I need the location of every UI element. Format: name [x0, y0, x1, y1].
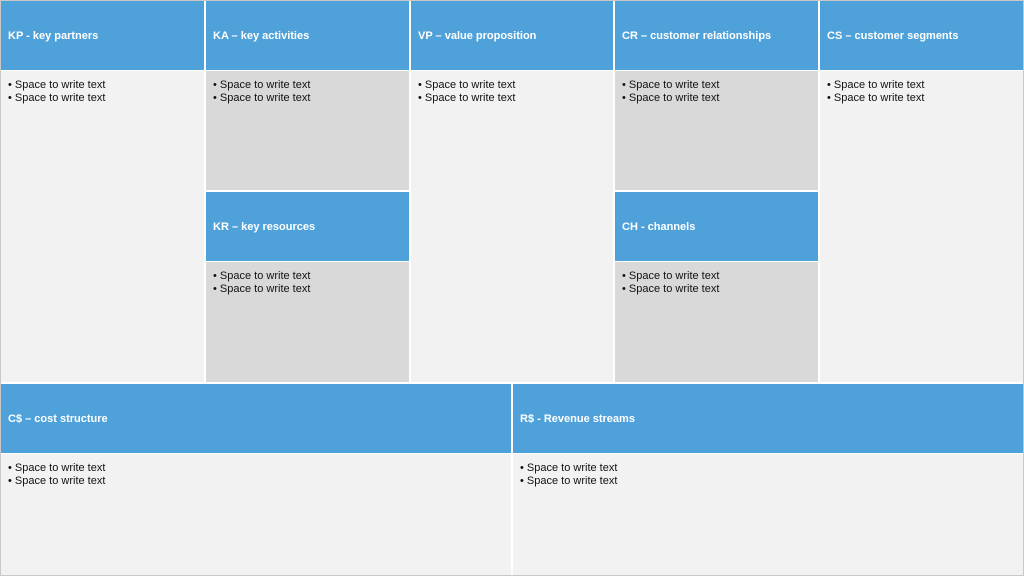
- list-item: Space to write text: [213, 92, 409, 105]
- block-body-cr[interactable]: Space to write textSpace to write text: [615, 71, 818, 190]
- list-item: Space to write text: [827, 79, 1023, 92]
- block-header-kr: KR – key resources: [206, 192, 409, 261]
- block-header-vp: VP – value proposition: [411, 1, 613, 70]
- block-body-vp[interactable]: Space to write textSpace to write text: [411, 71, 613, 382]
- list-item: Space to write text: [213, 283, 409, 296]
- list-item: Space to write text: [8, 79, 204, 92]
- list-item: Space to write text: [418, 92, 613, 105]
- block-header-cs: CS – customer segments: [820, 1, 1023, 70]
- block-body-kr[interactable]: Space to write textSpace to write text: [206, 262, 409, 382]
- list-item: Space to write text: [520, 475, 1023, 488]
- block-body-ch[interactable]: Space to write textSpace to write text: [615, 262, 818, 382]
- list-item: Space to write text: [827, 92, 1023, 105]
- list-item: Space to write text: [622, 92, 818, 105]
- list-item: Space to write text: [213, 79, 409, 92]
- block-body-cost[interactable]: Space to write textSpace to write text: [1, 454, 511, 575]
- list-item: Space to write text: [8, 92, 204, 105]
- list-item: Space to write text: [418, 79, 613, 92]
- block-header-cr: CR – customer relationships: [615, 1, 818, 70]
- block-body-cs[interactable]: Space to write textSpace to write text: [820, 71, 1023, 382]
- list-item: Space to write text: [213, 270, 409, 283]
- block-header-ka: KA – key activities: [206, 1, 409, 70]
- list-item: Space to write text: [622, 283, 818, 296]
- block-body-ka[interactable]: Space to write textSpace to write text: [206, 71, 409, 190]
- list-item: Space to write text: [8, 462, 511, 475]
- block-header-ch: CH - channels: [615, 192, 818, 261]
- list-item: Space to write text: [622, 79, 818, 92]
- block-header-rev: R$ - Revenue streams: [513, 384, 1023, 453]
- list-item: Space to write text: [520, 462, 1023, 475]
- block-body-rev[interactable]: Space to write textSpace to write text: [513, 454, 1023, 575]
- list-item: Space to write text: [8, 475, 511, 488]
- block-header-kp: KP - key partners: [1, 1, 204, 70]
- list-item: Space to write text: [622, 270, 818, 283]
- block-body-kp[interactable]: Space to write textSpace to write text: [1, 71, 204, 382]
- block-header-cost: C$ – cost structure: [1, 384, 511, 453]
